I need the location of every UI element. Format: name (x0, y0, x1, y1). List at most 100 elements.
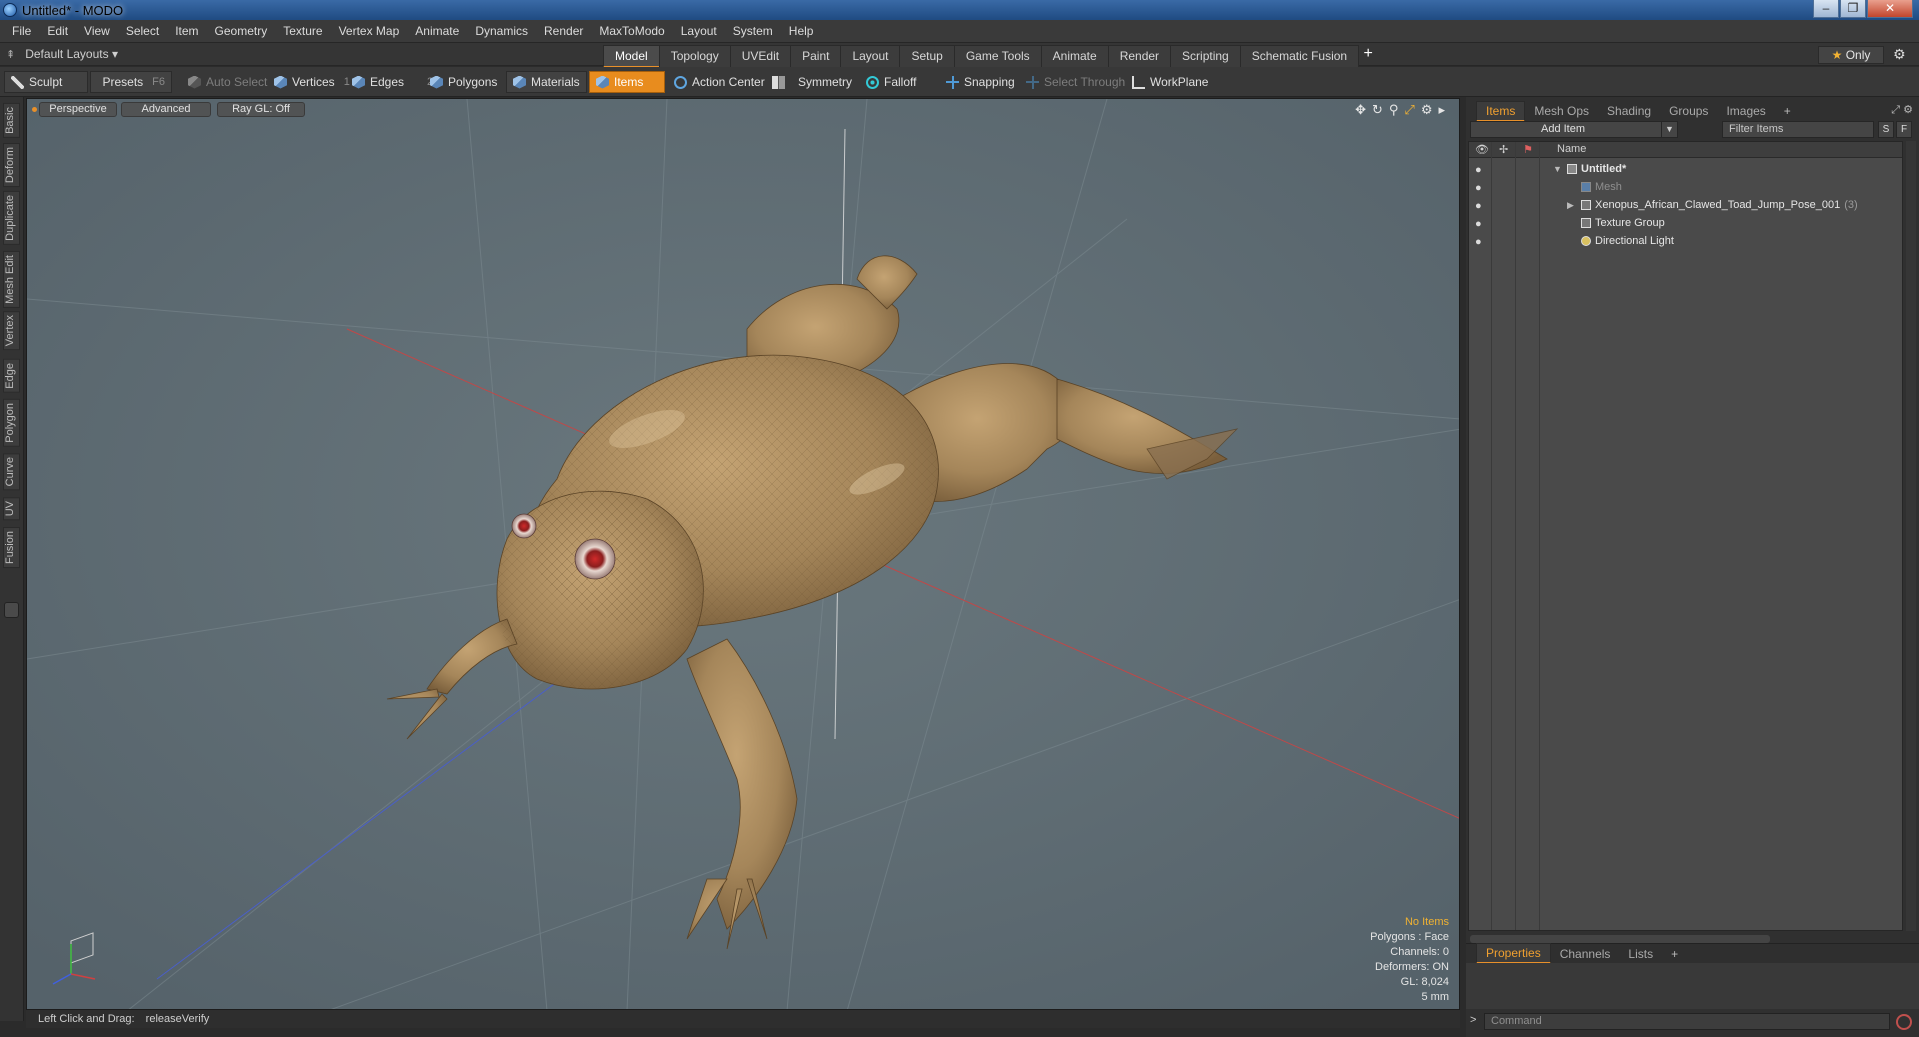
lock-column-icon[interactable]: ✢ (1499, 143, 1508, 156)
vtab-vertex[interactable]: Vertex (3, 311, 20, 351)
menu-render[interactable]: Render (536, 24, 591, 38)
vtab-fusion[interactable]: Fusion (3, 527, 20, 569)
list-item-mesh[interactable]: ● Mesh (1469, 178, 1902, 196)
falloff-button[interactable]: Falloff (860, 71, 922, 93)
tab-shading[interactable]: Shading (1598, 102, 1660, 120)
item-list-vertical-scrollbar[interactable] (1906, 141, 1916, 931)
viewport-gear-icon[interactable]: ⚙ (1421, 102, 1433, 118)
tab-channels[interactable]: Channels (1551, 945, 1620, 963)
menu-edit[interactable]: Edit (39, 24, 76, 38)
vtab-basic[interactable]: Basic (3, 103, 20, 138)
tab-images[interactable]: Images (1717, 102, 1774, 120)
menu-help[interactable]: Help (781, 24, 822, 38)
tab-animate[interactable]: Animate (1040, 45, 1109, 68)
left-panel-toggle[interactable] (4, 602, 19, 618)
tab-mesh-ops[interactable]: Mesh Ops (1525, 102, 1598, 120)
visibility-column-icon[interactable]: 👁 (1475, 143, 1489, 156)
tab-render[interactable]: Render (1107, 45, 1172, 68)
add-panel-tab-button[interactable]: + (1775, 102, 1800, 120)
menu-vertex-map[interactable]: Vertex Map (331, 24, 408, 38)
menu-texture[interactable]: Texture (275, 24, 330, 38)
vtab-duplicate[interactable]: Duplicate (3, 191, 20, 245)
tab-groups[interactable]: Groups (1660, 102, 1717, 120)
list-item-xenopus[interactable]: ● ▶ Xenopus_African_Clawed_Toad_Jump_Pos… (1469, 196, 1902, 214)
tab-uvedit[interactable]: UVEdit (729, 45, 792, 68)
select-through-button[interactable]: Select Through (1020, 71, 1131, 93)
eye-icon[interactable]: ● (1475, 197, 1482, 215)
layout-selector[interactable]: ⇞ Default Layouts ▾ (6, 47, 118, 61)
action-center-button[interactable]: Action Center (668, 71, 771, 93)
3d-viewport[interactable]: Perspective Advanced Ray GL: Off ✥ ↻ ⚲ ⤢… (26, 98, 1460, 1010)
symmetry-button[interactable]: Symmetry (766, 71, 858, 93)
name-column-header[interactable]: Name (1557, 143, 1586, 155)
menu-system[interactable]: System (725, 24, 781, 38)
vtab-polygon[interactable]: Polygon (3, 399, 20, 447)
collapse-triangle-icon[interactable]: ▼ (1553, 160, 1562, 178)
add-item-dropdown[interactable]: Add Item ▼ (1470, 121, 1678, 138)
presets-button[interactable]: Presets F6 (90, 71, 172, 93)
tab-topology[interactable]: Topology (658, 45, 731, 68)
maximize-button[interactable]: ❐ (1840, 0, 1866, 18)
vtab-curve[interactable]: Curve (3, 453, 20, 491)
raygl-button[interactable]: Ray GL: Off (217, 102, 305, 117)
vertices-button[interactable]: Vertices 1 (268, 71, 356, 93)
f-filter-button[interactable]: F (1896, 121, 1912, 138)
list-item-texture-group[interactable]: ● Texture Group (1469, 214, 1902, 232)
shading-button[interactable]: Advanced (121, 102, 211, 117)
tab-setup[interactable]: Setup (899, 45, 955, 68)
menu-item[interactable]: Item (167, 24, 206, 38)
item-list-horizontal-scrollbar[interactable] (1470, 935, 1770, 943)
viewport-arrow-icon[interactable]: ▸ (1438, 102, 1445, 118)
list-item-untitled[interactable]: ● ▼ Untitled* (1469, 160, 1902, 178)
materials-button[interactable]: Materials (506, 71, 587, 93)
move-view-icon[interactable]: ✥ (1355, 102, 1366, 118)
auto-select-button[interactable]: Auto Select (182, 71, 273, 93)
tab-items[interactable]: Items (1476, 100, 1526, 122)
command-stop-icon[interactable] (1896, 1014, 1912, 1030)
s-filter-button[interactable]: S (1878, 121, 1894, 138)
maximize-view-icon[interactable]: ⤢ (1404, 102, 1414, 118)
vtab-deform[interactable]: Deform (3, 143, 20, 188)
rotate-view-icon[interactable]: ↻ (1372, 102, 1383, 118)
add-props-tab-button[interactable]: + (1662, 945, 1687, 963)
tab-schematic-fusion[interactable]: Schematic Fusion (1239, 45, 1360, 68)
tab-layout[interactable]: Layout (840, 45, 901, 68)
workplane-button[interactable]: WorkPlane (1126, 71, 1214, 93)
render-column-icon[interactable]: ⚑ (1523, 143, 1533, 156)
menu-animate[interactable]: Animate (407, 24, 467, 38)
item-list[interactable]: 👁 ✢ ⚑ Name ● ▼ Untitled* ● Mesh ● ▶ Xeno… (1468, 141, 1903, 931)
menu-layout[interactable]: Layout (673, 24, 725, 38)
menu-view[interactable]: View (76, 24, 118, 38)
tab-paint[interactable]: Paint (790, 45, 842, 68)
gear-icon[interactable]: ⚙ (1893, 46, 1906, 63)
sculpt-button[interactable]: Sculpt (4, 71, 88, 93)
eye-icon[interactable]: ● (1475, 215, 1482, 233)
tab-properties[interactable]: Properties (1476, 943, 1551, 964)
polygons-button[interactable]: Polygons (424, 71, 503, 93)
snapping-button[interactable]: Snapping (940, 71, 1021, 93)
eye-icon[interactable]: ● (1475, 161, 1482, 179)
zoom-view-icon[interactable]: ⚲ (1389, 102, 1399, 118)
tab-model[interactable]: Model (603, 45, 660, 68)
menu-file[interactable]: File (4, 24, 39, 38)
filter-items-input[interactable]: Filter Items (1722, 121, 1874, 138)
menu-geometry[interactable]: Geometry (207, 24, 276, 38)
menu-maxtomodo[interactable]: MaxToModo (591, 24, 672, 38)
items-button[interactable]: Items (589, 71, 665, 93)
command-input[interactable]: Command (1484, 1013, 1890, 1030)
vtab-mesh-edit[interactable]: Mesh Edit (3, 251, 20, 308)
panel-options-icon[interactable]: ⤢ ⚙ (1891, 103, 1913, 117)
view-type-button[interactable]: Perspective (39, 102, 117, 117)
tab-scripting[interactable]: Scripting (1170, 45, 1241, 68)
only-button[interactable]: ★ Only (1818, 46, 1884, 64)
expand-triangle-icon[interactable]: ▶ (1567, 196, 1574, 214)
minimize-button[interactable]: – (1813, 0, 1839, 18)
vtab-uv[interactable]: UV (3, 497, 20, 521)
list-item-directional-light[interactable]: ● Directional Light (1469, 232, 1902, 250)
close-button[interactable]: ✕ (1867, 0, 1913, 18)
add-tab-button[interactable]: + (1358, 45, 1378, 68)
tab-game-tools[interactable]: Game Tools (953, 45, 1042, 68)
eye-icon[interactable]: ● (1475, 233, 1482, 251)
menu-select[interactable]: Select (118, 24, 167, 38)
vtab-edge[interactable]: Edge (3, 359, 20, 393)
